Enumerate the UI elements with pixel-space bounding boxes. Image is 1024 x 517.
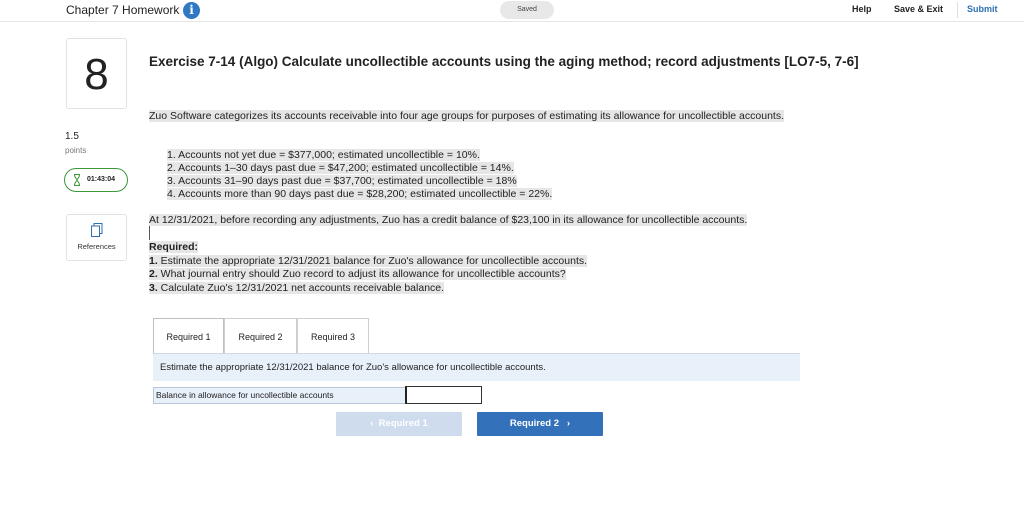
balance-row-label: Balance in allowance for uncollectible a…	[153, 387, 406, 404]
references-label: References	[77, 242, 116, 251]
task-instruction: Estimate the appropriate 12/31/2021 bala…	[153, 354, 800, 381]
points-label: points	[65, 146, 87, 155]
tab-required-2[interactable]: Required 2	[224, 318, 297, 354]
list-item: 3. Accounts 31–90 days past due = $37,70…	[167, 175, 517, 187]
exercise-intro: Zuo Software categorizes its accounts re…	[149, 110, 839, 123]
chevron-right-icon: ›	[566, 418, 571, 429]
tab-required-1[interactable]: Required 1	[153, 318, 224, 354]
next-button-label: Required 2	[509, 418, 559, 429]
balance-input[interactable]	[405, 386, 482, 404]
top-bar: Chapter 7 Homework i Saved Help Save & E…	[0, 0, 1024, 22]
chevron-left-icon: ‹	[370, 418, 374, 429]
assignment-title: Chapter 7 Homework	[66, 3, 180, 17]
points-value: 1.5	[65, 131, 79, 142]
tab-required-3[interactable]: Required 3	[297, 318, 369, 354]
required-item: 3. Calculate Zuo's 12/31/2021 net accoun…	[149, 282, 445, 295]
list-item: 4. Accounts more than 90 days past due =…	[167, 188, 553, 200]
prev-required-button[interactable]: ‹ Required 1	[336, 412, 462, 436]
help-link[interactable]: Help	[852, 4, 872, 14]
save-exit-link[interactable]: Save & Exit	[894, 4, 943, 14]
references-book-icon	[91, 223, 103, 237]
submit-link[interactable]: Submit	[967, 4, 998, 14]
text-cursor	[149, 226, 150, 240]
balance-statement: At 12/31/2021, before recording any adju…	[149, 214, 748, 226]
required-section: Required: 1. Estimate the appropriate 12…	[149, 241, 588, 296]
header-divider	[957, 2, 958, 18]
required-heading: Required:	[149, 241, 199, 253]
timer-badge[interactable]: 01:43:04	[64, 168, 128, 192]
hourglass-icon	[74, 174, 80, 186]
references-button[interactable]: References	[66, 214, 127, 261]
aging-list: 1. Accounts not yet due = $377,000; esti…	[167, 149, 553, 201]
info-icon[interactable]: i	[183, 2, 200, 19]
exercise-title: Exercise 7-14 (Algo) Calculate uncollect…	[149, 54, 859, 69]
prev-button-label: Required 1	[378, 418, 428, 429]
list-item: 1. Accounts not yet due = $377,000; esti…	[167, 149, 480, 161]
saved-status-badge: Saved	[500, 1, 554, 19]
timer-value: 01:43:04	[87, 176, 116, 183]
required-item: 1. Estimate the appropriate 12/31/2021 b…	[149, 254, 588, 267]
required-item: 2. What journal entry should Zuo record …	[149, 268, 566, 281]
list-item: 2. Accounts 1–30 days past due = $47,200…	[167, 162, 514, 174]
question-number: 8	[66, 38, 127, 109]
next-required-button[interactable]: Required 2 ›	[477, 412, 603, 436]
intro-text: Zuo Software categorizes its accounts re…	[149, 110, 785, 122]
